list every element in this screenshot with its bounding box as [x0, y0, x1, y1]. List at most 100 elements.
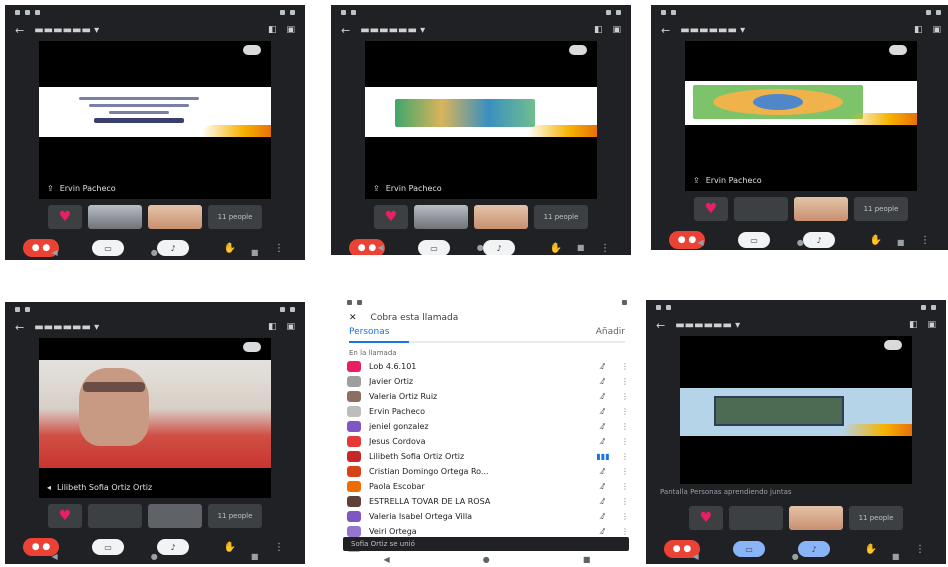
- camera-switch-icon[interactable]: ▣: [612, 25, 621, 35]
- nav-recents-icon[interactable]: ■: [251, 552, 259, 561]
- row-more-icon[interactable]: ⋮: [621, 527, 629, 536]
- speaker-icon[interactable]: ◧: [594, 25, 603, 35]
- participant-tile[interactable]: [148, 504, 202, 528]
- more-participants-tile[interactable]: 11 people: [854, 197, 908, 221]
- nav-back-icon[interactable]: ◀: [52, 552, 58, 561]
- participant-row[interactable]: Ervin Pacheco ♪̸ ⋮: [337, 404, 637, 419]
- row-more-icon[interactable]: ⋮: [621, 362, 629, 371]
- participant-row[interactable]: Jesus Cordova ♪̸ ⋮: [337, 434, 637, 449]
- self-tile[interactable]: ♥: [374, 205, 408, 229]
- row-more-icon[interactable]: ⋮: [621, 407, 629, 416]
- back-arrow-icon[interactable]: ←: [656, 319, 665, 332]
- meeting-code[interactable]: ▬▬▬▬▬▬ ▾: [34, 25, 258, 36]
- row-more-icon[interactable]: ⋮: [621, 452, 629, 461]
- back-arrow-icon[interactable]: ←: [15, 24, 24, 37]
- meeting-code[interactable]: ▬▬▬▬▬▬ ▾: [360, 25, 584, 36]
- camera-switch-icon[interactable]: ▣: [932, 25, 941, 35]
- nav-home-icon[interactable]: ●: [797, 238, 804, 247]
- more-participants-tile[interactable]: 11 people: [208, 504, 262, 528]
- speaker-icon[interactable]: ◧: [268, 25, 277, 35]
- nav-recents-icon[interactable]: ■: [583, 555, 591, 564]
- row-more-icon[interactable]: ⋮: [621, 512, 629, 521]
- self-tile[interactable]: ♥: [694, 197, 728, 221]
- mic-muted-icon[interactable]: ♪̸: [593, 377, 613, 386]
- row-more-icon[interactable]: ⋮: [621, 497, 629, 506]
- participant-tile[interactable]: [414, 205, 468, 229]
- participant-tile[interactable]: [794, 197, 848, 221]
- nav-recents-icon[interactable]: ■: [897, 238, 905, 247]
- participant-tile[interactable]: [88, 504, 142, 528]
- close-icon[interactable]: ✕: [349, 313, 357, 323]
- row-more-icon[interactable]: ⋮: [621, 392, 629, 401]
- participant-name: Valeria Isabel Ortega Villa: [369, 512, 473, 521]
- participant-tile[interactable]: [789, 506, 843, 530]
- camera-switch-icon[interactable]: ▣: [286, 25, 295, 35]
- speaker-icon[interactable]: ◧: [268, 322, 277, 332]
- camera-switch-icon[interactable]: ▣: [286, 322, 295, 332]
- participant-row[interactable]: Lob 4.6.101 ♪̸ ⋮: [337, 359, 637, 374]
- nav-back-icon[interactable]: ◀: [52, 248, 58, 257]
- camera-switch-icon[interactable]: ▣: [927, 320, 936, 330]
- back-arrow-icon[interactable]: ←: [341, 24, 350, 37]
- nav-recents-icon[interactable]: ■: [892, 552, 900, 561]
- more-participants-tile[interactable]: 11 people: [534, 205, 588, 229]
- mic-muted-icon[interactable]: ♪̸: [593, 467, 613, 476]
- tab-add[interactable]: Añadir: [596, 327, 625, 337]
- participant-row[interactable]: Valeria Ortiz Ruiz ♪̸ ⋮: [337, 389, 637, 404]
- back-arrow-icon[interactable]: ←: [15, 321, 24, 334]
- nav-back-icon[interactable]: ◀: [384, 555, 390, 564]
- nav-back-icon[interactable]: ◀: [693, 552, 699, 561]
- mic-muted-icon[interactable]: ♪̸: [593, 497, 613, 506]
- nav-back-icon[interactable]: ◀: [378, 243, 384, 252]
- mic-muted-icon[interactable]: ♪̸: [593, 512, 613, 521]
- meeting-code[interactable]: ▬▬▬▬▬▬ ▾: [34, 322, 258, 333]
- participant-row[interactable]: Cristian Domingo Ortega Ro... ♪̸ ⋮: [337, 464, 637, 479]
- mic-muted-icon[interactable]: ♪̸: [593, 422, 613, 431]
- mic-muted-icon[interactable]: ♪̸: [593, 527, 613, 536]
- self-tile[interactable]: ♥: [48, 205, 82, 229]
- more-participants-tile[interactable]: 11 people: [208, 205, 262, 229]
- meeting-app-bar: ← ▬▬▬▬▬▬ ▾ ◧ ▣: [651, 19, 948, 41]
- nav-recents-icon[interactable]: ■: [251, 248, 259, 257]
- nav-home-icon[interactable]: ●: [483, 555, 490, 564]
- self-tile[interactable]: ♥: [48, 504, 82, 528]
- nav-recents-icon[interactable]: ■: [577, 243, 585, 252]
- row-more-icon[interactable]: ⋮: [621, 422, 629, 431]
- avatar: [347, 376, 361, 387]
- participant-row[interactable]: Lilibeth Sofia Ortiz Ortiz ▮▮▮ ⋮: [337, 449, 637, 464]
- row-more-icon[interactable]: ⋮: [621, 377, 629, 386]
- participant-row[interactable]: ESTRELLA TOVAR DE LA ROSA ♪̸ ⋮: [337, 494, 637, 509]
- nav-home-icon[interactable]: ●: [151, 552, 158, 561]
- tab-people[interactable]: Personas: [349, 327, 389, 337]
- participant-tile[interactable]: [148, 205, 202, 229]
- mic-muted-icon[interactable]: ♪̸: [593, 407, 613, 416]
- participant-row[interactable]: Javier Ortiz ♪̸ ⋮: [337, 374, 637, 389]
- speaker-icon[interactable]: ◧: [914, 25, 923, 35]
- participant-tile[interactable]: [88, 205, 142, 229]
- participant-row[interactable]: jeniel gonzalez ♪̸ ⋮: [337, 419, 637, 434]
- mic-muted-icon[interactable]: ♪̸: [593, 362, 613, 371]
- meeting-code[interactable]: ▬▬▬▬▬▬ ▾: [680, 25, 904, 36]
- nav-back-icon[interactable]: ◀: [698, 238, 704, 247]
- speaking-indicator-icon[interactable]: ▮▮▮: [593, 452, 613, 461]
- speaker-icon[interactable]: ◧: [909, 320, 918, 330]
- participant-tile[interactable]: [729, 506, 783, 530]
- meeting-code[interactable]: ▬▬▬▬▬▬ ▾: [675, 320, 899, 331]
- participant-tile[interactable]: [734, 197, 788, 221]
- participant-thumbnails: ♥ 11 people: [5, 205, 305, 229]
- back-arrow-icon[interactable]: ←: [661, 24, 670, 37]
- participant-tile[interactable]: [474, 205, 528, 229]
- participant-row[interactable]: Paola Escobar ♪̸ ⋮: [337, 479, 637, 494]
- row-more-icon[interactable]: ⋮: [621, 482, 629, 491]
- row-more-icon[interactable]: ⋮: [621, 467, 629, 476]
- more-participants-tile[interactable]: 11 people: [849, 506, 903, 530]
- mic-muted-icon[interactable]: ♪̸: [593, 437, 613, 446]
- nav-home-icon[interactable]: ●: [151, 248, 158, 257]
- mic-muted-icon[interactable]: ♪̸: [593, 482, 613, 491]
- mic-muted-icon[interactable]: ♪̸: [593, 392, 613, 401]
- participant-row[interactable]: Valeria Isabel Ortega Villa ♪̸ ⋮: [337, 509, 637, 524]
- nav-home-icon[interactable]: ●: [792, 552, 799, 561]
- self-tile[interactable]: ♥: [689, 506, 723, 530]
- nav-home-icon[interactable]: ●: [477, 243, 484, 252]
- row-more-icon[interactable]: ⋮: [621, 437, 629, 446]
